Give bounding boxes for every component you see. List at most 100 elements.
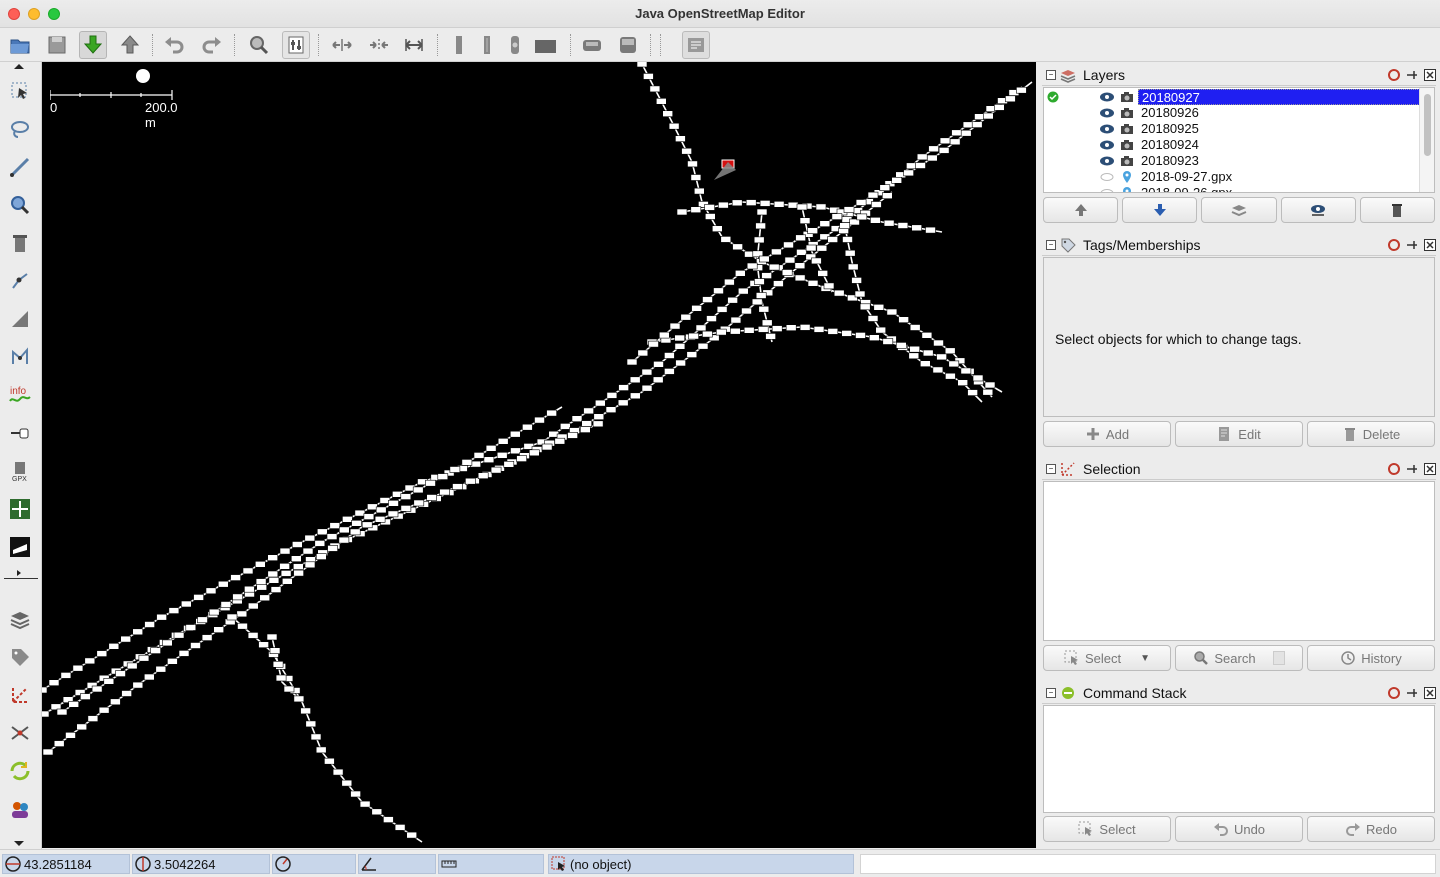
photo-marker[interactable] [197,616,208,624]
photo-marker[interactable] [302,547,314,555]
photo-marker[interactable] [867,191,879,199]
photo-marker[interactable] [960,129,972,137]
command-stack-list[interactable] [1043,705,1435,813]
photo-marker[interactable] [781,269,793,276]
photo-marker[interactable] [957,379,969,387]
photo-marker[interactable] [925,226,936,234]
photo-marker[interactable] [933,339,944,347]
photo-marker[interactable] [758,305,770,313]
photo-marker[interactable] [702,330,713,338]
photo-marker[interactable] [579,426,591,433]
scroll-down-icon[interactable] [14,841,24,846]
more-tools-icon[interactable] [17,570,21,576]
close-dialog-icon[interactable] [1424,463,1436,475]
photo-marker[interactable] [594,399,606,407]
layers-collapse-button[interactable]: − [1046,70,1056,80]
car-button[interactable] [578,31,606,59]
photo-marker[interactable] [745,199,757,206]
photo-marker[interactable] [741,307,752,315]
photo-marker[interactable] [807,280,819,287]
redo-button[interactable] [198,31,226,59]
photo-marker[interactable] [534,416,545,424]
photo-marker[interactable] [237,622,248,630]
photo-marker[interactable] [731,199,743,207]
orthogonalize-button[interactable] [501,31,529,59]
eye-icon[interactable] [1099,123,1115,135]
photo-marker[interactable] [258,641,269,649]
photo-marker[interactable] [967,389,978,396]
photo-marker[interactable] [367,503,378,511]
info-tool[interactable]: info [7,382,33,408]
photo-marker[interactable] [510,447,521,455]
photo-marker[interactable] [906,162,917,170]
photo-marker[interactable] [255,578,267,585]
photo-marker[interactable] [827,328,839,335]
photo-marker[interactable] [984,381,996,389]
photo-marker[interactable] [636,62,648,68]
photo-marker[interactable] [465,477,476,485]
draw-tool[interactable] [7,154,33,180]
photo-marker[interactable] [951,129,962,137]
detach-icon[interactable] [1388,687,1400,699]
download-button[interactable] [79,31,107,59]
extrude-tool[interactable] [7,344,33,370]
photo-marker[interactable] [270,586,282,593]
photo-marker[interactable] [668,122,680,130]
eye-hidden-icon[interactable] [1099,171,1115,183]
zoom-button[interactable] [245,31,273,59]
photo-marker[interactable] [691,305,702,312]
photo-marker[interactable] [637,349,649,357]
photo-marker[interactable] [886,308,898,316]
photo-marker[interactable] [761,319,773,327]
open-button[interactable] [6,31,34,59]
area-button[interactable] [531,31,559,59]
eye-icon[interactable] [1099,139,1115,151]
photo-marker[interactable] [823,282,835,290]
photo-marker[interactable] [675,359,686,367]
command-select-button[interactable]: Select [1043,816,1171,842]
photo-marker[interactable] [971,121,983,128]
photo-marker[interactable] [437,473,449,480]
photo-marker[interactable] [173,631,185,639]
photo-marker[interactable] [304,561,316,569]
photo-marker[interactable] [727,296,738,304]
photo-marker[interactable] [138,654,150,662]
photo-marker[interactable] [315,746,327,754]
preferences-button[interactable] [282,31,310,59]
photo-marker[interactable] [746,262,758,270]
photo-marker[interactable] [132,681,144,689]
photo-marker[interactable] [581,420,593,427]
merge-button[interactable] [1201,197,1277,223]
photo-marker[interactable] [641,368,653,376]
tags-collapse-button[interactable]: − [1046,240,1056,250]
photo-marker[interactable] [732,243,743,251]
photo-marker[interactable] [704,213,716,220]
photo-marker[interactable] [341,779,353,787]
photo-marker[interactable] [314,540,326,547]
photo-marker[interactable] [653,360,664,368]
photo-marker[interactable] [91,685,103,693]
photo-marker[interactable] [962,121,974,129]
photo-marker[interactable] [908,352,920,360]
photo-marker[interactable] [711,225,723,232]
photo-marker[interactable] [110,698,121,706]
photo-marker[interactable] [724,278,735,286]
move-up-button[interactable] [1043,197,1119,223]
photo-marker[interactable] [383,816,394,823]
photo-marker[interactable] [868,334,880,342]
photo-marker[interactable] [718,201,729,209]
photo-marker[interactable] [909,324,921,331]
photo-marker[interactable] [729,327,741,335]
photo-marker[interactable] [867,315,879,322]
photo-marker[interactable] [676,208,688,216]
photo-marker[interactable] [279,547,291,555]
photo-marker[interactable] [413,499,425,507]
layer-row[interactable]: 2018-09-26.gpx [1044,185,1420,192]
photo-marker[interactable] [730,316,742,324]
photo-marker[interactable] [155,665,167,673]
photo-marker[interactable] [326,533,338,540]
photo-marker[interactable] [470,460,482,468]
photo-marker[interactable] [697,342,709,350]
close-dialog-icon[interactable] [1424,239,1436,251]
photo-marker[interactable] [571,415,583,423]
